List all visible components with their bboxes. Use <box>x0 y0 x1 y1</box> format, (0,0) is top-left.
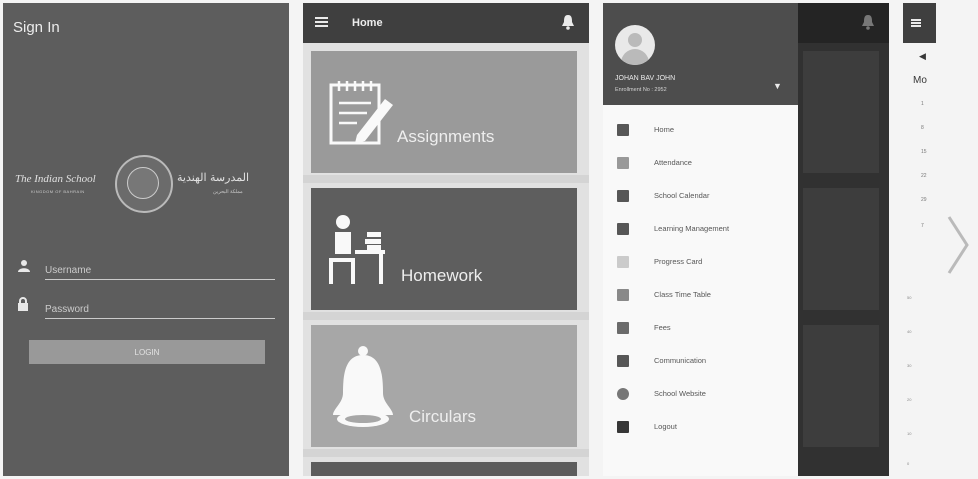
communication-icon <box>617 355 629 367</box>
drawer-item-progress-card[interactable]: Progress Card <box>603 252 798 274</box>
notification-bell-icon[interactable] <box>561 14 575 33</box>
drawer-item-learning[interactable]: Learning Management <box>603 219 798 241</box>
drawer-screen: JOHAN BAV JOHN Enrollment No : 2952 ▼ Ho… <box>603 3 889 476</box>
background-card <box>803 51 879 173</box>
carousel-next-icon[interactable] <box>947 215 969 275</box>
username-input[interactable] <box>45 261 275 280</box>
school-logo-english: The Indian School <box>15 173 96 185</box>
drawer-item-calendar[interactable]: School Calendar <box>603 186 798 208</box>
month-label: Mo <box>913 75 927 86</box>
website-icon <box>617 388 629 400</box>
drawer-item-label: Learning Management <box>654 224 730 233</box>
card-separator <box>303 175 589 183</box>
drawer-item-logout[interactable]: Logout <box>603 417 798 439</box>
timetable-icon <box>617 289 629 301</box>
user-name: JOHAN BAV JOHN <box>615 75 676 82</box>
calendar-day: 8 <box>921 125 924 131</box>
drawer-item-label: Logout <box>654 422 677 431</box>
menu-icon <box>911 19 921 27</box>
school-logo-arabic: المدرسة الهندية <box>177 171 249 184</box>
card-separator <box>303 449 589 457</box>
chevron-down-icon[interactable]: ▼ <box>773 81 782 91</box>
assignments-card[interactable]: Assignments <box>311 51 577 173</box>
drawer-item-label: School Calendar <box>654 191 710 200</box>
signin-title: Sign In <box>13 19 60 36</box>
lock-icon <box>17 297 29 314</box>
bell-icon <box>327 345 397 440</box>
background-card <box>803 325 879 447</box>
progress-card-icon <box>617 256 629 268</box>
login-button[interactable]: LOGIN <box>29 340 265 364</box>
user-icon <box>17 259 31 276</box>
drawer-item-label: Class Time Table <box>654 290 711 299</box>
homework-card[interactable]: Homework <box>311 188 577 310</box>
calendar-day: 1 <box>921 101 924 107</box>
calendar-day: 29 <box>921 197 927 203</box>
notification-bell-icon <box>861 14 875 33</box>
axis-tick-label: 20 <box>907 397 912 402</box>
assignments-label: Assignments <box>397 127 495 146</box>
calendar-day: 15 <box>921 149 927 155</box>
background-card <box>803 188 879 310</box>
drawer-item-home[interactable]: Home <box>603 120 798 142</box>
axis-tick-label: 40 <box>907 329 912 334</box>
calendar-day: 22 <box>921 173 927 179</box>
previous-arrow-icon[interactable]: ◀ <box>919 51 926 62</box>
logout-icon <box>617 421 629 433</box>
partial-screen: ◀ Mo 1 8 15 22 29 7 50 40 30 20 10 0 <box>903 3 978 476</box>
drawer-item-fees[interactable]: Fees <box>603 318 798 340</box>
calendar-icon <box>617 190 629 202</box>
learning-icon <box>617 223 629 235</box>
drawer-item-timetable[interactable]: Class Time Table <box>603 285 798 307</box>
drawer-item-label: Progress Card <box>654 257 703 266</box>
home-app-bar <box>303 3 589 43</box>
attendance-icon <box>617 157 629 169</box>
axis-tick-label: 30 <box>907 363 912 368</box>
circulars-label: Circulars <box>409 407 477 426</box>
drawer-item-label: School Website <box>654 389 706 398</box>
home-icon <box>617 124 629 136</box>
home-screen: Home Assignments Homework Circulars <box>303 3 589 476</box>
password-input[interactable] <box>45 300 275 319</box>
next-card[interactable] <box>311 462 577 476</box>
card-separator <box>303 312 589 320</box>
school-logo-arabic-sub: مملكة البحرين <box>213 189 243 195</box>
drawer-item-label: Attendance <box>654 158 692 167</box>
homework-label: Homework <box>401 266 483 285</box>
axis-tick-label: 10 <box>907 431 912 436</box>
axis-tick-label: 50 <box>907 295 912 300</box>
drawer-item-label: Home <box>654 125 675 134</box>
school-crest-inner <box>127 167 159 199</box>
avatar <box>615 25 655 65</box>
drawer-item-attendance[interactable]: Attendance <box>603 153 798 175</box>
circulars-card[interactable]: Circulars <box>311 325 577 447</box>
axis-tick-label: 0 <box>907 461 910 466</box>
fees-icon <box>617 322 629 334</box>
school-logo-english-sub: KINGDOM OF BAHRAIN <box>31 189 85 194</box>
home-title: Home <box>352 17 383 29</box>
calendar-day: 7 <box>921 223 924 229</box>
navigation-drawer: JOHAN BAV JOHN Enrollment No : 2952 ▼ Ho… <box>603 3 798 476</box>
enrollment-number: Enrollment No : 2952 <box>615 87 667 93</box>
drawer-app-bar <box>798 3 889 43</box>
homework-icon <box>325 214 391 291</box>
signin-screen: Sign In The Indian School KINGDOM OF BAH… <box>3 3 289 476</box>
drawer-item-label: Fees <box>654 323 671 332</box>
menu-icon[interactable] <box>315 17 328 27</box>
drawer-item-communication[interactable]: Communication <box>603 351 798 373</box>
drawer-item-website[interactable]: School Website <box>603 384 798 406</box>
drawer-item-label: Communication <box>654 356 707 365</box>
assignment-icon <box>327 79 397 152</box>
